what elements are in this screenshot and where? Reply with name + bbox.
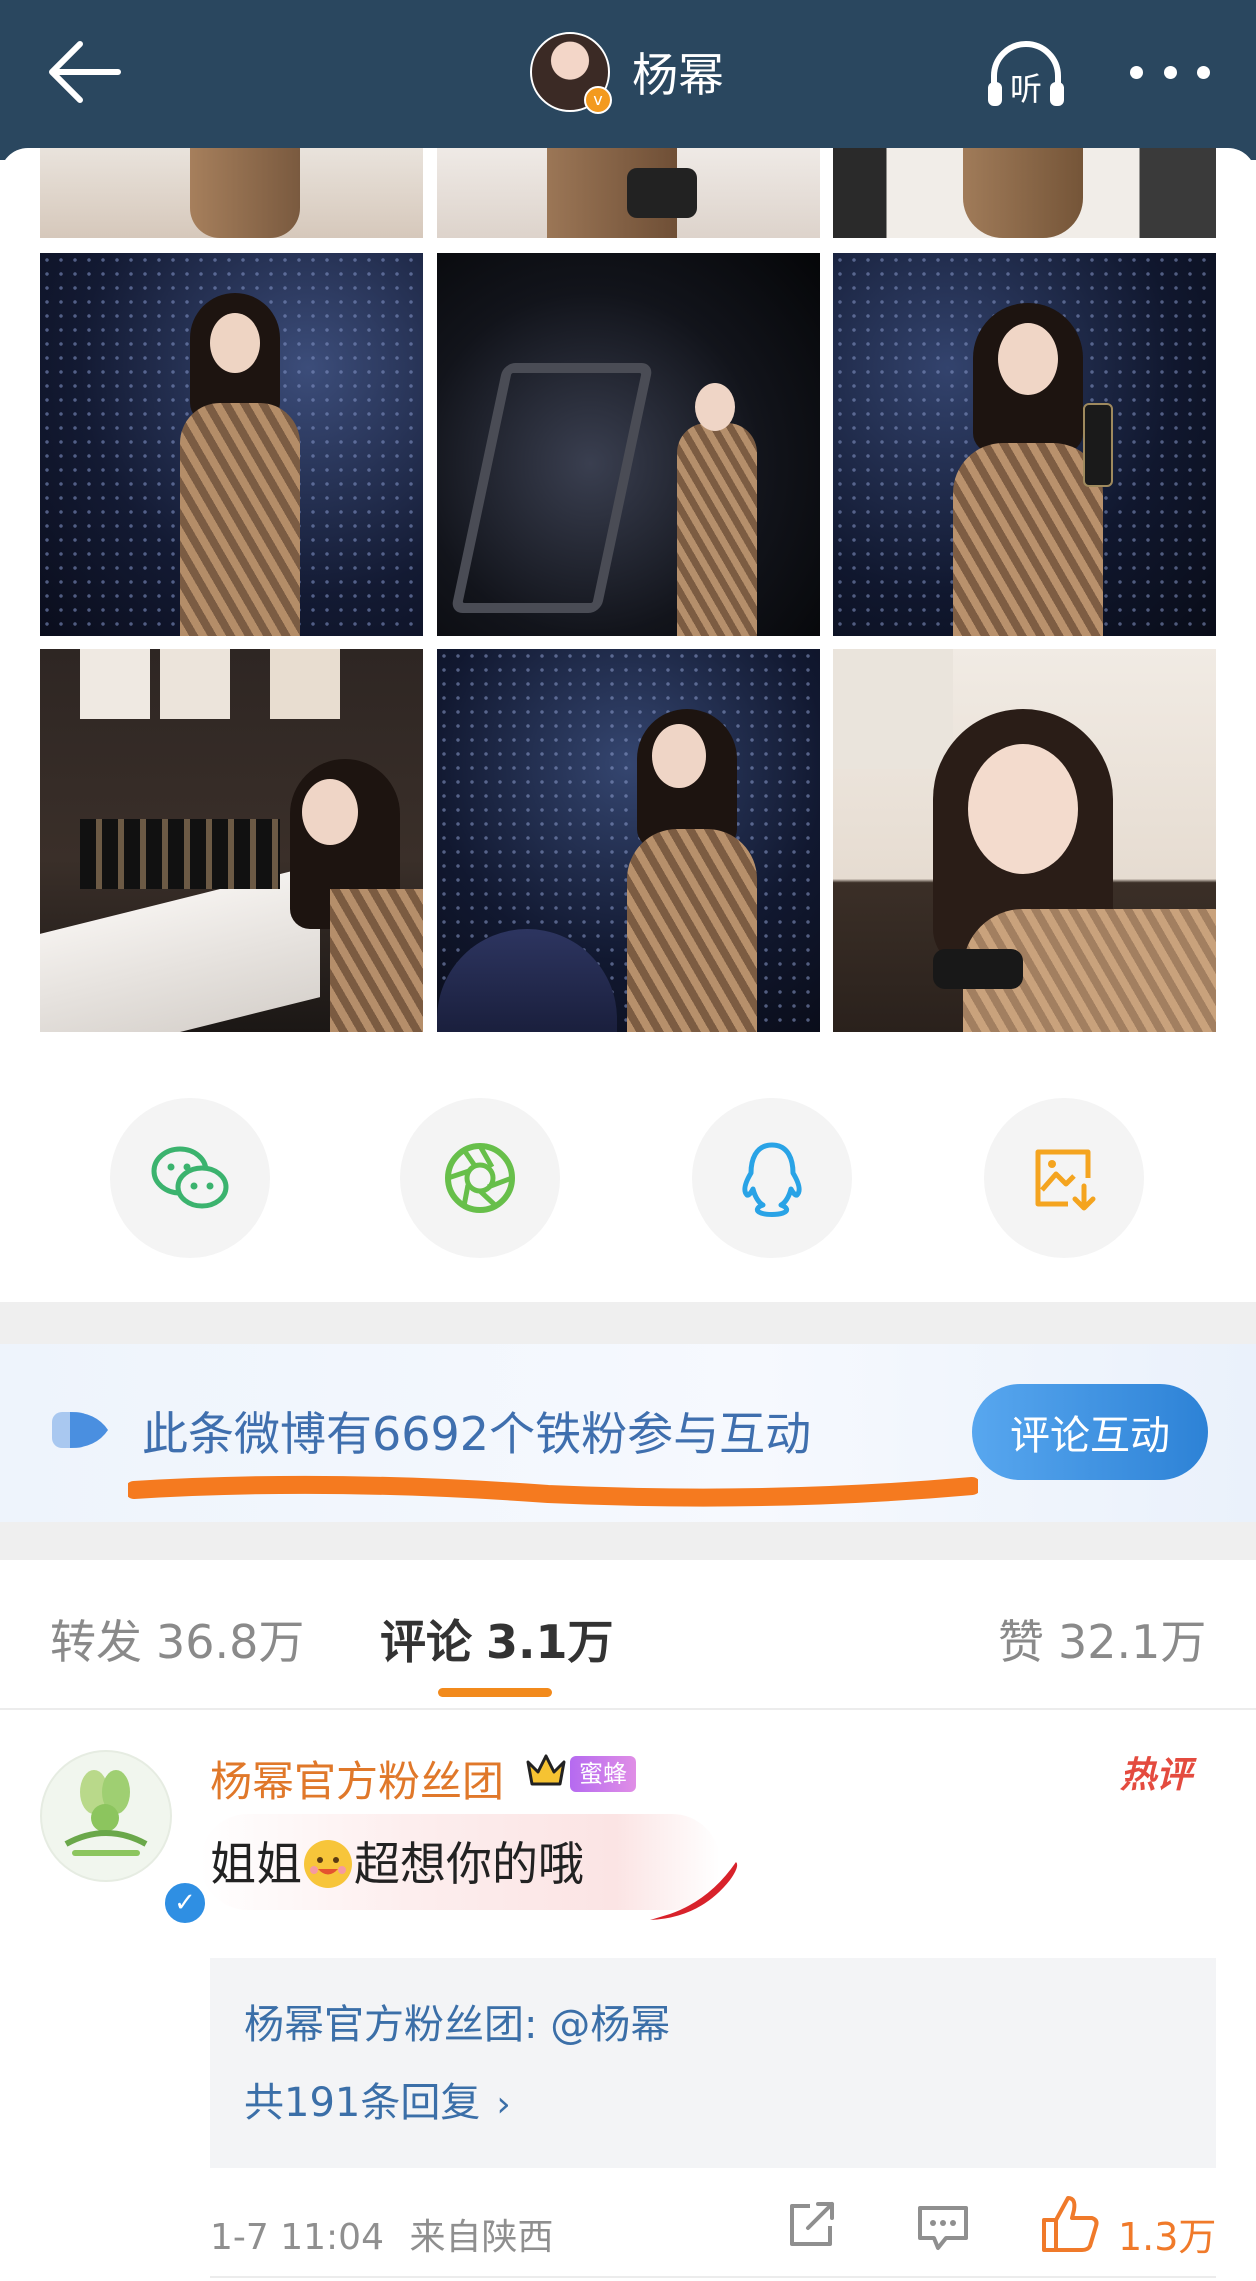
more-dot: [1163, 65, 1177, 79]
figure-face: [302, 779, 358, 845]
replies-box[interactable]: 杨幂官方粉丝团: @杨幂 共191条回复 ›: [210, 1958, 1216, 2168]
wechat-icon: [151, 1146, 229, 1209]
fans-icon: [52, 1412, 108, 1448]
tab-comment-count: 3.1万: [486, 1615, 614, 1669]
figure-dress: [330, 889, 423, 1032]
fans-interaction-banner[interactable]: 此条微博有6692个铁粉参与互动 评论互动: [0, 1344, 1256, 1522]
comment-time: 1-7 11:04: [210, 2217, 384, 2258]
product-bottle: [933, 949, 1023, 989]
title-area[interactable]: v 杨幂: [530, 32, 724, 114]
figure-dress: [953, 443, 1103, 636]
section-divider: [0, 1302, 1256, 1344]
photo-3-1[interactable]: [40, 649, 423, 1032]
figure-dress: [627, 829, 757, 1032]
tab-repost-count: 36.8万: [156, 1615, 305, 1669]
tab-active-indicator: [438, 1688, 552, 1697]
listen-label: 听: [1010, 70, 1042, 108]
hot-comment-tag: 热评: [1120, 1755, 1193, 1796]
fan-level-badge: 蜜蜂: [570, 1756, 636, 1792]
more-button[interactable]: [1130, 56, 1210, 88]
comment-meta: 1-7 11:04 来自陕西: [210, 2208, 553, 2260]
comment-text: 姐姐 超想你的哦: [210, 1828, 584, 1894]
avatar[interactable]: v: [530, 32, 612, 114]
crown-icon: [526, 1754, 566, 1786]
comment-item: ✓ 杨幂官方粉丝团 蜜蜂 热评 姐姐 超想你的哦 杨幂官方粉丝团: @杨幂 共1…: [0, 1710, 1256, 2281]
reply-count: 共191条回复: [244, 2080, 481, 2126]
thumbs-up-icon[interactable]: [1040, 2194, 1102, 2254]
photo-2-2[interactable]: [437, 253, 820, 636]
page-title: 杨幂: [632, 48, 724, 102]
dress-shape: [190, 148, 300, 238]
figure-dress: [677, 423, 757, 636]
share-qq-button[interactable]: [692, 1098, 852, 1258]
product-bottle: [1083, 403, 1113, 487]
back-button[interactable]: [44, 36, 124, 108]
wall-sign: [833, 649, 953, 769]
tab-like-count: 32.1万: [1058, 1615, 1207, 1669]
moments-icon: [445, 1143, 515, 1213]
tab-repost[interactable]: 转发 36.8万: [50, 1606, 304, 1672]
save-image-icon: [1035, 1149, 1096, 1211]
tab-repost-label: 转发: [50, 1615, 142, 1669]
photo-3-3[interactable]: [833, 649, 1216, 1032]
verified-badge-wrap: ✓: [40, 1750, 208, 1926]
share-wechat-button[interactable]: [110, 1098, 270, 1258]
wall-poster: [270, 649, 340, 719]
wall-poster: [80, 649, 150, 719]
photo-3-2[interactable]: [437, 649, 820, 1032]
divider: [210, 2276, 1216, 2278]
top-navbar: v 杨幂 听: [0, 0, 1256, 160]
tab-like[interactable]: 赞 32.1万: [998, 1606, 1206, 1672]
feather-decoration: [650, 1862, 738, 1920]
more-dot: [1130, 65, 1143, 79]
logo-k-shape: [450, 363, 654, 613]
qq-icon: [742, 1142, 802, 1217]
figure-face: [968, 744, 1078, 874]
tab-comment[interactable]: 评论 3.1万: [380, 1606, 614, 1672]
share-moments-button[interactable]: [400, 1098, 560, 1258]
listen-button[interactable]: 听: [984, 36, 1068, 112]
comment-author[interactable]: 杨幂官方粉丝团: [210, 1748, 504, 1809]
product-jar: [627, 168, 697, 218]
photo-1-1[interactable]: [40, 148, 423, 238]
display-counter: [40, 864, 320, 1032]
headphones-icon: 听: [988, 41, 1064, 108]
fans-banner-text: 此条微博有6692个铁粉参与互动: [142, 1407, 812, 1461]
figure-face: [210, 313, 260, 373]
photo-1-3[interactable]: [833, 148, 1216, 238]
photo-2-1[interactable]: [40, 253, 423, 636]
more-dot: [1197, 65, 1210, 79]
view-all-replies-link[interactable]: 共191条回复 ›: [244, 2070, 511, 2128]
section-divider: [0, 1522, 1256, 1560]
share-icon[interactable]: [786, 2200, 838, 2250]
verified-badge-icon: ✓: [162, 1880, 208, 1926]
wall-poster: [160, 649, 230, 719]
comment-interact-button[interactable]: 评论互动: [972, 1384, 1208, 1480]
figure-face: [652, 724, 706, 788]
save-image-button[interactable]: [984, 1098, 1144, 1258]
tab-like-label: 赞: [998, 1615, 1044, 1669]
interaction-tabs: 转发 36.8万 评论 3.1万 赞 32.1万: [0, 1560, 1256, 1710]
photo-1-2[interactable]: [437, 148, 820, 238]
comment-like-count: 1.3万: [1118, 2215, 1217, 2259]
chevron-right-icon: ›: [496, 2084, 511, 2125]
highlight-underline: [128, 1475, 978, 1507]
photo-2-3[interactable]: [833, 253, 1216, 636]
product-row: [80, 819, 280, 889]
comment-icon[interactable]: [916, 2202, 970, 2252]
dress-shape: [963, 148, 1083, 238]
figure-face: [998, 323, 1058, 395]
share-row: [0, 1098, 1256, 1258]
verified-badge-icon: v: [584, 86, 612, 114]
post-card: [0, 148, 1256, 1298]
comment-text-part: 超想你的哦: [354, 1837, 584, 1891]
comment-text-part: 姐姐: [210, 1837, 302, 1891]
arrow-left-icon: [49, 41, 121, 103]
happy-face-emoji-icon: [304, 1840, 352, 1888]
reply-preview[interactable]: 杨幂官方粉丝团: @杨幂: [244, 1992, 670, 2050]
comment-location: 来自陕西: [409, 2217, 554, 2258]
figure-face: [695, 383, 735, 431]
figure-dress: [180, 403, 300, 636]
tab-comment-label: 评论: [380, 1615, 472, 1669]
